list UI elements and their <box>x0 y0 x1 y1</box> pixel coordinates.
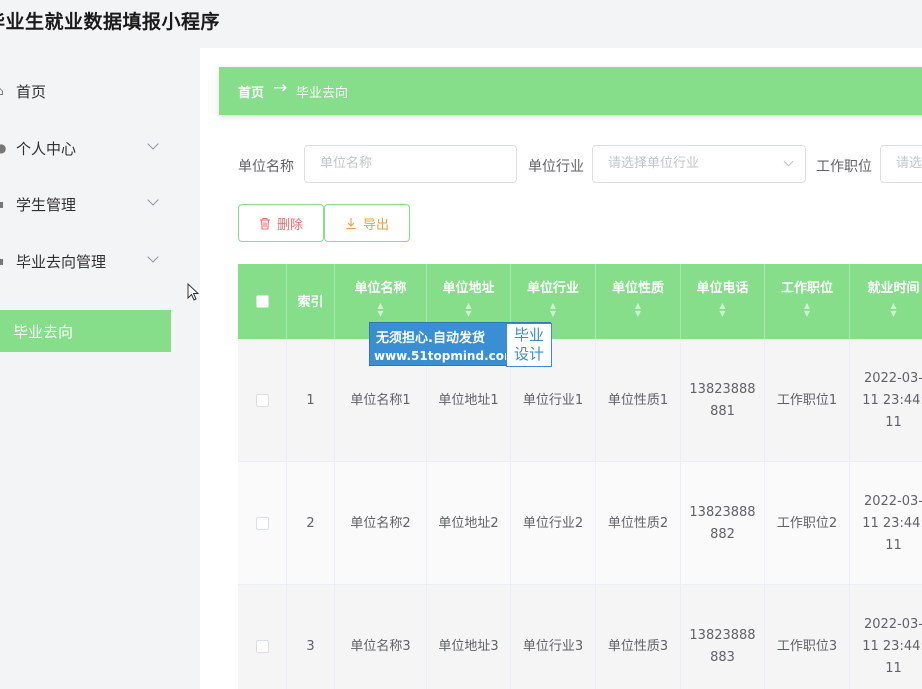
sort-icon[interactable]: ▲ ▼ <box>765 302 849 318</box>
select-all-cell <box>238 264 287 339</box>
clipboard-icon: ▪ <box>0 254 5 268</box>
row-checkbox[interactable] <box>255 640 269 653</box>
delete-button-label: 删除 <box>276 217 303 233</box>
cell-industry: 单位行业2 <box>511 462 596 585</box>
cell-unit-name: 单位名称3 <box>335 585 427 689</box>
watermark-badge-text: 毕业 设计 <box>513 326 544 363</box>
sort-icon[interactable]: ▲ ▼ <box>850 302 922 318</box>
watermark-banner: 无须担心.自动发货 www.51topmind.com 毕业 设计 <box>369 322 552 367</box>
row-checkbox-cell <box>238 462 287 585</box>
main-content: 首页 → 毕业去向 单位名称 单位名称 单位行业 请选择单位行业 工作职位 请选… <box>200 48 922 689</box>
cell-employment-time: 2022-03- 11 23:44: 11 <box>850 585 922 689</box>
cell-index: 1 <box>287 339 335 462</box>
row-checkbox[interactable] <box>255 394 269 407</box>
column-header-phone[interactable]: 单位电话 ▲ ▼ <box>681 264 765 339</box>
export-button-label: 导出 <box>362 217 389 233</box>
position-label: 工作职位 <box>816 159 872 175</box>
grid-icon: ▪ <box>0 197 5 211</box>
cell-unit-address: 单位地址3 <box>427 585 511 689</box>
data-table: 索引 单位名称 ▲ ▼ 单位地址 ▲ ▼ 单位行业 ▲ ▼ 单位性质 ▲ ▼ 单位电话 … <box>238 264 922 689</box>
row-checkbox-cell <box>238 339 287 462</box>
sort-icon[interactable]: ▲ ▼ <box>427 302 510 318</box>
cell-phone: 13823888 883 <box>681 585 765 689</box>
unit-name-label: 单位名称 <box>238 159 294 175</box>
table-row[interactable]: 3 单位名称3 单位地址3 单位行业3 单位性质3 13823888 883 工… <box>238 585 922 689</box>
industry-select[interactable]: 请选择单位行业 <box>592 145 806 183</box>
watermark-url: www.51topmind.com <box>374 349 517 363</box>
cell-nature: 单位性质2 <box>596 462 681 585</box>
column-header-index[interactable]: 索引 <box>287 264 335 339</box>
cell-phone-text: 13823888 882 <box>689 504 756 542</box>
column-header-position[interactable]: 工作职位 ▲ ▼ <box>765 264 850 339</box>
sort-icon[interactable]: ▲ ▼ <box>511 302 595 318</box>
chevron-down-icon <box>147 138 159 150</box>
cell-index: 2 <box>287 462 335 585</box>
chevron-down-icon <box>147 194 159 206</box>
sort-icon[interactable]: ▲ ▼ <box>681 302 764 318</box>
sidebar: ⌂ 首页 ● 个人中心 ▪ 学生管理 ▪ 毕业去向管理 毕业去向 <box>0 48 200 689</box>
position-input[interactable]: 请选 <box>880 145 922 183</box>
cell-time-text: 2022-03- 11 23:44: 11 <box>862 370 922 430</box>
watermark-badge: 毕业 设计 <box>506 323 552 367</box>
cell-time-text: 2022-03- 11 23:44: 11 <box>862 493 922 553</box>
cell-position: 工作职位3 <box>765 585 850 689</box>
chevron-down-icon <box>147 251 159 263</box>
table-header: 索引 单位名称 ▲ ▼ 单位地址 ▲ ▼ 单位行业 ▲ ▼ 单位性质 ▲ ▼ 单位电话 … <box>238 264 922 339</box>
cell-phone: 13823888 882 <box>681 462 765 585</box>
breadcrumb-home[interactable]: 首页 <box>238 82 264 101</box>
cell-index: 3 <box>287 585 335 689</box>
breadcrumb: 首页 → 毕业去向 <box>219 67 922 115</box>
cell-nature: 单位性质3 <box>596 585 681 689</box>
cell-phone-text: 13823888 883 <box>689 627 756 665</box>
sidebar-item-personal-center[interactable]: ● 个人中心 <box>0 127 171 169</box>
cell-unit-address: 单位地址2 <box>427 462 511 585</box>
trash-icon <box>259 217 270 230</box>
user-icon: ● <box>0 141 7 155</box>
top-bar: 毕业生就业数据填报小程序 <box>0 0 922 48</box>
cell-nature: 单位性质1 <box>596 339 681 462</box>
download-icon <box>346 217 356 229</box>
sort-icon[interactable]: ▲ ▼ <box>335 302 426 318</box>
sort-icon[interactable]: ▲ ▼ <box>596 302 680 318</box>
cell-employment-time: 2022-03- 11 23:44: 11 <box>850 462 922 585</box>
cell-time-text: 2022-03- 11 23:44: 11 <box>862 616 922 676</box>
column-header-nature[interactable]: 单位性质 ▲ ▼ <box>596 264 681 339</box>
cell-position: 工作职位1 <box>765 339 850 462</box>
mouse-cursor-icon <box>187 283 200 301</box>
column-header-employment-time[interactable]: 就业时间 ▲ ▼ <box>850 264 922 339</box>
sidebar-item-destination-management[interactable]: ▪ 毕业去向管理 <box>0 240 171 282</box>
sidebar-item-label: 首页 <box>16 82 47 101</box>
select-all-checkbox[interactable] <box>255 295 269 308</box>
delete-button[interactable]: 删除 <box>238 204 324 242</box>
cell-position: 工作职位2 <box>765 462 850 585</box>
cell-industry: 单位行业3 <box>511 585 596 689</box>
sidebar-subitem-label: 毕业去向 <box>13 323 74 341</box>
cell-phone-text: 13823888 881 <box>689 381 756 419</box>
table-row[interactable]: 1 单位名称1 单位地址1 单位行业1 单位性质1 13823888 881 工… <box>238 339 922 462</box>
sidebar-item-label: 个人中心 <box>16 139 77 158</box>
cell-phone: 13823888 881 <box>681 339 765 462</box>
row-checkbox[interactable] <box>255 517 269 530</box>
industry-label: 单位行业 <box>528 159 584 175</box>
arrow-right-icon: → <box>273 78 288 98</box>
watermark-text: 无须担心.自动发货 <box>376 331 485 346</box>
sidebar-item-label: 毕业去向管理 <box>16 252 107 271</box>
row-checkbox-cell <box>238 585 287 689</box>
cell-employment-time: 2022-03- 11 23:44: 11 <box>850 339 922 462</box>
unit-name-input[interactable]: 单位名称 <box>304 145 517 183</box>
table-row[interactable]: 2 单位名称2 单位地址2 单位行业2 单位性质2 13823888 882 工… <box>238 462 922 585</box>
sidebar-subitem-destination[interactable]: 毕业去向 <box>0 310 171 352</box>
breadcrumb-current: 毕业去向 <box>296 86 349 101</box>
app-title: 毕业生就业数据填报小程序 <box>0 11 221 33</box>
cell-unit-name: 单位名称2 <box>335 462 427 585</box>
sidebar-item-label: 学生管理 <box>16 195 77 214</box>
home-icon: ⌂ <box>0 85 8 97</box>
export-button[interactable]: 导出 <box>324 204 410 242</box>
sidebar-item-home[interactable]: ⌂ 首页 <box>0 70 171 112</box>
sidebar-item-student-management[interactable]: ▪ 学生管理 <box>0 183 171 225</box>
